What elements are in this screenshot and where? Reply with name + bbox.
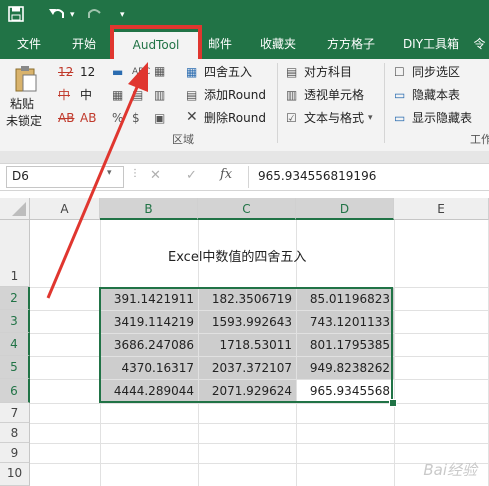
grid3-icon[interactable]: ▥ [154,88,165,102]
row-header-8[interactable]: 8 [0,423,30,443]
sync-icon[interactable]: ☐ [394,65,405,79]
row-header-1[interactable]: 1 [0,220,30,287]
redo-icon[interactable] [86,6,104,27]
fill-handle[interactable] [389,399,397,407]
gridline [30,423,489,424]
column-header-a[interactable]: A [30,198,100,220]
column-header-c[interactable]: C [198,198,296,220]
fx-button[interactable]: fx [220,167,232,182]
text-format-icon[interactable]: ☑ [286,111,297,125]
table-icon[interactable]: ▦ [154,64,165,78]
chinese-button[interactable]: 中 [80,88,92,102]
quick-access-toolbar: ▾ ▾ [0,0,489,30]
name-box-value: D6 [12,169,29,183]
cancel-button[interactable]: ✕ [150,168,161,183]
percent-icon[interactable]: % [112,111,123,125]
sheet-title-cell[interactable]: Excel中数值的四舍五入 [168,246,306,265]
tab-favorites[interactable]: 收藏夹 [250,30,306,59]
hide-sheet-button[interactable]: 隐藏本表 [412,88,460,102]
group-label-work: 工作 [470,133,489,146]
grid2-icon[interactable]: ▤ [132,88,143,102]
tab-more[interactable]: 令 [470,30,489,59]
watermark: Bai经验 [423,461,477,479]
sync-selection-button[interactable]: 同步选区 [412,65,460,79]
formula-input[interactable]: 965.934556819196 [258,169,376,183]
column-header-d[interactable]: D [296,198,394,220]
delete-round-button[interactable]: 删除Round [204,111,266,125]
select-all-corner[interactable] [0,198,30,220]
calc-icon[interactable]: ▣ [154,111,165,125]
strike-number-button[interactable]: 12 [58,65,73,79]
minus-icon[interactable]: ▬ [112,65,123,79]
gridline [394,220,395,486]
round-button[interactable]: 四舍五入 [204,65,252,79]
row-header-7[interactable]: 7 [0,403,30,423]
chevron-down-icon[interactable]: ▾ [107,168,112,178]
group-label-area: 区域 [172,133,194,146]
abc-icon[interactable]: ABC [132,65,150,79]
row-header-10[interactable]: 10 [0,463,30,486]
text-format-button[interactable]: 文本与格式 [304,111,364,125]
paste-sub-label: 未锁定 [6,114,43,128]
show-sheet-icon[interactable]: ▭ [394,111,405,125]
delete-round-icon[interactable]: ✕ [186,110,198,124]
add-round-icon[interactable]: ▤ [186,88,197,102]
row-header-9[interactable]: 9 [0,443,30,463]
selection-border [99,287,393,403]
row-header-2[interactable]: 2 [0,287,30,310]
round-icon[interactable]: ▦ [186,65,197,79]
add-round-button[interactable]: 添加Round [204,88,266,102]
highlight-box [110,25,202,63]
save-icon[interactable] [8,6,24,27]
gridline [30,443,489,444]
row-header-4[interactable]: 4 [0,333,30,356]
undo-icon[interactable] [48,6,66,27]
account-icon[interactable]: ▤ [286,65,297,79]
dollar-icon[interactable]: $ [132,111,140,125]
ribbon: 粘贴 未锁定 12 中 AB 12 中 AB ▬ ABC ▦ ▦ ▤ ▥ % $… [0,59,489,152]
divider [384,63,385,143]
gridline [30,463,489,464]
customize-qat-icon[interactable]: ▾ [120,6,125,24]
account-button[interactable]: 对方科目 [304,65,352,79]
paste-label: 粘贴 [10,97,35,111]
undo-dropdown-icon[interactable]: ▾ [70,6,75,24]
tab-file[interactable]: 文件 [6,30,52,59]
column-header-e[interactable]: E [394,198,489,220]
tab-home[interactable]: 开始 [62,30,106,59]
divider [248,166,249,188]
ribbon-gap [0,151,489,163]
row-header-3[interactable]: 3 [0,310,30,333]
enter-button[interactable]: ✓ [186,168,197,183]
row-header-6[interactable]: 6 [0,379,30,403]
tab-mail[interactable]: 邮件 [200,30,240,59]
clipboard-icon[interactable] [14,65,38,96]
show-sheet-button[interactable]: 显示隐藏表 [412,111,472,125]
ribbon-tabs: 文件 开始 AudTool 邮件 收藏夹 方方格子 DIY工具箱 令 [0,30,489,59]
grid-icon[interactable]: ▦ [112,88,123,102]
name-box[interactable]: D6 ▾ [6,166,124,188]
trace-cell-button[interactable]: 透视单元格 [304,88,364,102]
row-header-5[interactable]: 5 [0,356,30,379]
strike-chinese-button[interactable]: 中 [58,88,70,102]
tab-fangfang[interactable]: 方方格子 [316,30,386,59]
gridline [30,403,489,404]
tab-diy[interactable]: DIY工具箱 [396,30,466,59]
more-icon: ⋮ [130,168,140,179]
ab-button[interactable]: AB [80,111,96,125]
hide-sheet-icon[interactable]: ▭ [394,88,405,102]
divider [277,63,278,143]
number-button[interactable]: 12 [80,65,95,79]
column-header-b[interactable]: B [100,198,198,220]
strike-ab-button[interactable]: AB [58,111,74,125]
trace-icon[interactable]: ▥ [286,88,297,102]
chevron-down-icon[interactable]: ▾ [368,111,373,125]
